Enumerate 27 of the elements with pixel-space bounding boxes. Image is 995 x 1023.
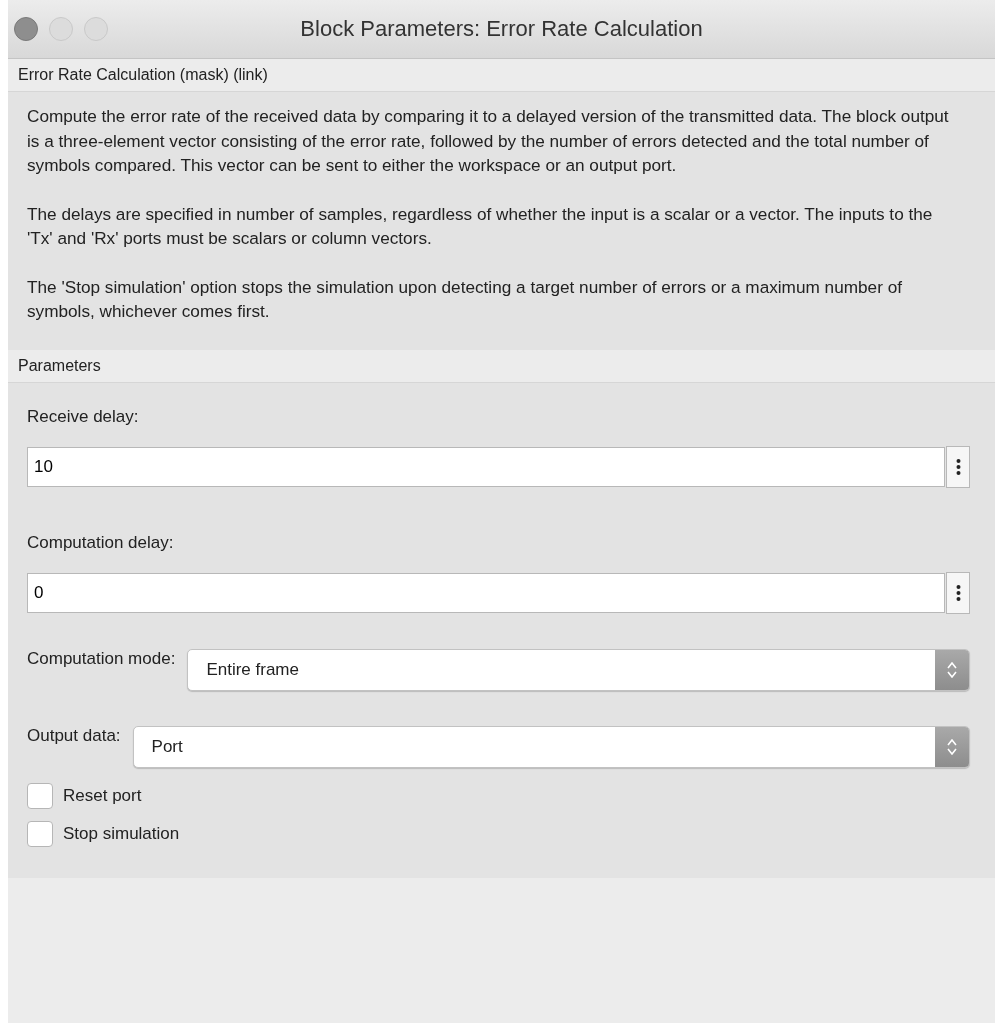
up-down-chevron-icon [946, 736, 958, 757]
checkbox[interactable] [27, 820, 53, 847]
input-field[interactable]: 10 [27, 446, 945, 487]
dropdown[interactable]: Entire frame [187, 648, 970, 691]
window-title: Block Parameters: Error Rate Calculation [300, 16, 703, 42]
checkbox[interactable] [27, 782, 53, 809]
field-label: Receive delay: [27, 406, 139, 427]
vertical-ellipsis-icon [955, 583, 961, 602]
description-paragraph: The delays are specified in number of samples, regardless of whether the input is a scalar or a vector. The inputs to the 'Tx' and 'Rx' ports must be scalars or column vectors. [27, 202, 934, 250]
minimize-button[interactable] [49, 17, 73, 41]
field-label: Computation delay: [27, 532, 174, 553]
field-label: Output data: [27, 725, 121, 746]
dropdown[interactable]: Port [132, 725, 970, 768]
more-options-button[interactable] [946, 445, 970, 488]
zoom-button[interactable] [84, 17, 108, 41]
input-field[interactable]: 0 [27, 572, 945, 613]
up-down-chevron-icon [946, 659, 958, 680]
description-paragraph: The 'Stop simulation' option stops the simulation upon detecting a target number of errors or a maximum number of symbols, whichever comes first. [27, 275, 903, 323]
dropdown-value: Entire frame [206, 659, 299, 680]
checkbox-label: Reset port [63, 785, 142, 806]
vertical-ellipsis-icon [955, 457, 961, 476]
more-options-button[interactable] [946, 571, 970, 614]
dropdown-value: Port [151, 736, 183, 757]
field-label: Computation mode: [27, 648, 176, 669]
checkbox-label: Stop simulation [63, 823, 180, 844]
description-paragraph: Compute the error rate of the received data by comparing it to a delayed version of the transmitted data. The block output is a three-element vector consisting of the error rate, followed by the number of errors detected and the total number of symbols compared. This vector can be sent to either the workspace or an output port. [27, 105, 950, 177]
close-button[interactable] [14, 17, 38, 41]
